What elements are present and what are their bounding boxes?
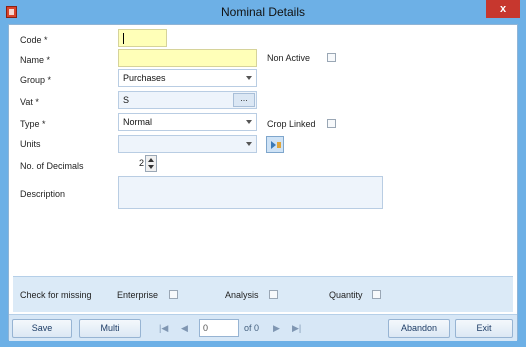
enterprise-label: Enterprise: [117, 290, 159, 300]
description-field[interactable]: [118, 176, 383, 209]
analysis-label: Analysis: [225, 290, 259, 300]
chevron-down-icon: [246, 76, 252, 80]
chevron-down-icon: [246, 142, 252, 146]
name-field[interactable]: [118, 49, 257, 67]
decimals-value: 2: [138, 158, 144, 168]
units-dropdown[interactable]: [118, 135, 257, 153]
quantity-checkbox[interactable]: [372, 290, 381, 299]
non-active-label: Non Active: [267, 53, 311, 63]
group-value: Purchases: [123, 73, 166, 83]
chevron-down-icon: [246, 120, 252, 124]
check-missing-panel: Check for missing Enterprise Analysis Qu…: [13, 276, 513, 312]
crop-linked-label: Crop Linked: [267, 119, 316, 129]
text-caret: [123, 33, 124, 44]
title-bar[interactable]: Nominal Details x: [0, 0, 526, 24]
nominal-details-window: Nominal Details x Code * Name * Non Acti…: [0, 0, 526, 347]
decimals-stepper[interactable]: 2: [118, 155, 158, 172]
abandon-button[interactable]: Abandon: [388, 319, 450, 338]
exit-button[interactable]: Exit: [455, 319, 513, 338]
form-area: Code * Name * Non Active Group * Purchas…: [8, 24, 518, 341]
units-lookup-icon[interactable]: [266, 136, 284, 153]
vat-lookup-button[interactable]: ...: [233, 93, 255, 107]
previous-record-icon[interactable]: ◀: [181, 323, 188, 334]
bottom-toolbar: Save Multi |◀ ◀ 0 of 0 ▶ ▶| Abandon Exit: [9, 314, 517, 341]
analysis-checkbox[interactable]: [269, 290, 278, 299]
check-missing-label: Check for missing: [20, 290, 92, 300]
first-record-icon[interactable]: |◀: [159, 323, 168, 334]
group-label: Group *: [20, 75, 52, 85]
quantity-label: Quantity: [329, 290, 363, 300]
save-button[interactable]: Save: [12, 319, 72, 338]
vat-label: Vat *: [20, 97, 39, 107]
name-label: Name *: [20, 55, 51, 65]
chevron-up-icon[interactable]: [148, 158, 154, 162]
description-label: Description: [20, 189, 66, 199]
chevron-down-icon[interactable]: [148, 165, 154, 169]
multi-button[interactable]: Multi: [79, 319, 141, 338]
type-value: Normal: [123, 117, 153, 127]
page-count-label: of 0: [244, 323, 260, 333]
close-button[interactable]: x: [486, 0, 520, 18]
page-number-input[interactable]: 0: [199, 319, 239, 337]
last-record-icon[interactable]: ▶|: [292, 323, 301, 334]
vat-value: S: [123, 95, 130, 105]
code-label: Code *: [20, 35, 48, 45]
non-active-checkbox[interactable]: [327, 53, 336, 62]
stepper-buttons[interactable]: [145, 155, 157, 172]
window-title: Nominal Details: [220, 5, 306, 19]
enterprise-checkbox[interactable]: [169, 290, 178, 299]
decimals-label: No. of Decimals: [20, 161, 84, 171]
group-dropdown[interactable]: Purchases: [118, 69, 257, 87]
code-field[interactable]: [118, 29, 167, 47]
next-record-icon[interactable]: ▶: [273, 323, 280, 334]
type-label: Type *: [20, 119, 46, 129]
units-label: Units: [20, 139, 41, 149]
vat-field[interactable]: S ...: [118, 91, 257, 109]
crop-linked-checkbox[interactable]: [327, 119, 336, 128]
type-dropdown[interactable]: Normal: [118, 113, 257, 131]
